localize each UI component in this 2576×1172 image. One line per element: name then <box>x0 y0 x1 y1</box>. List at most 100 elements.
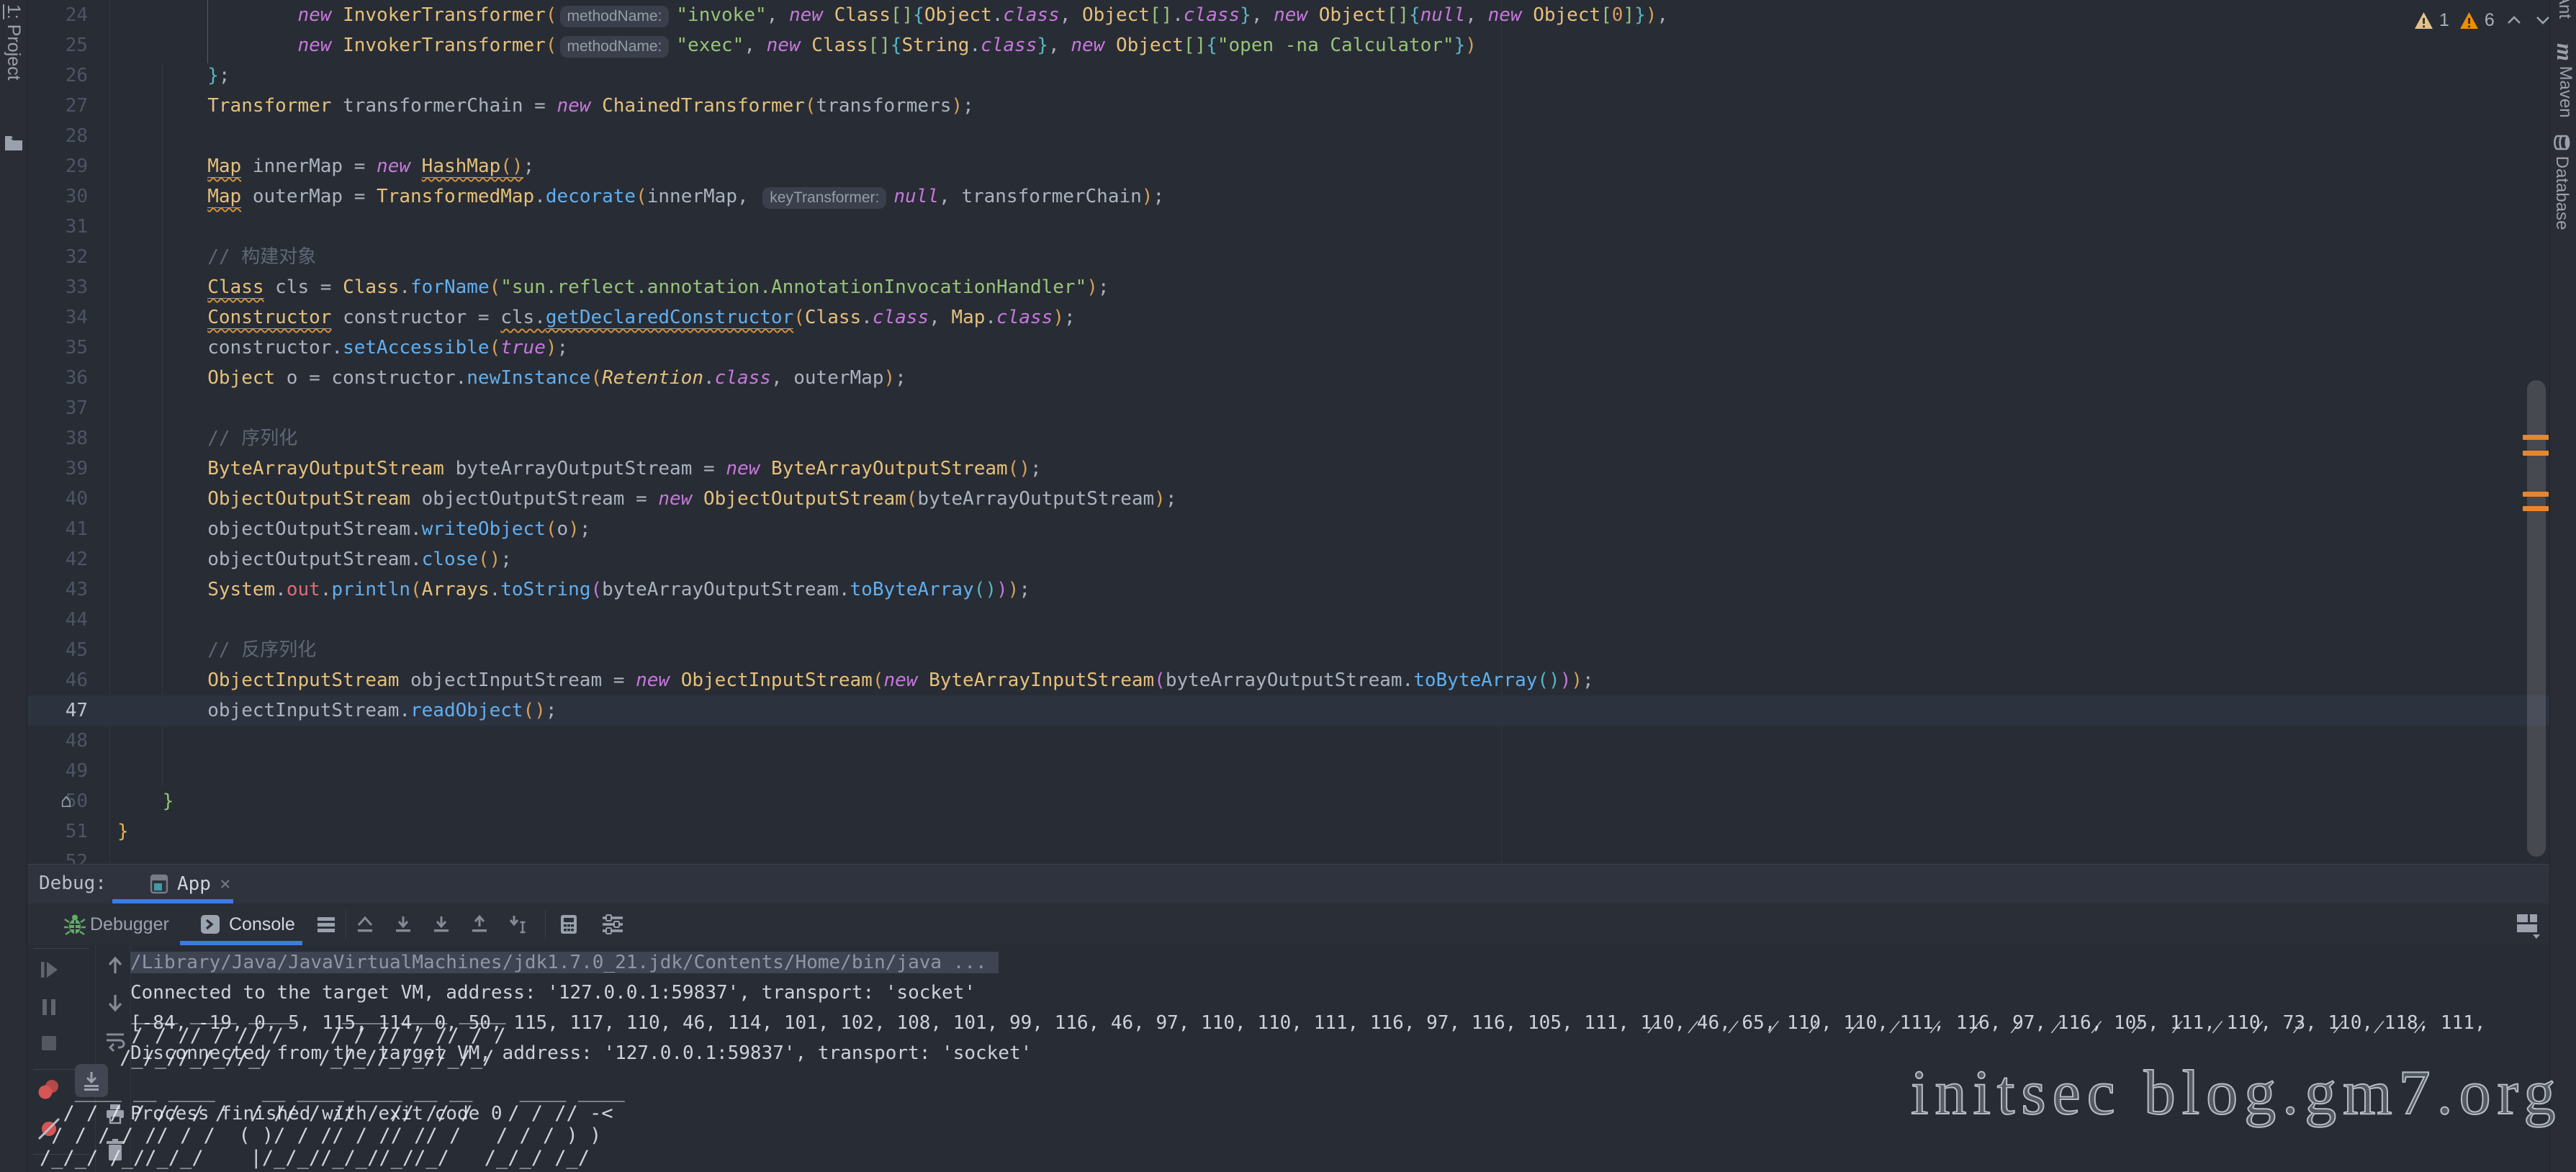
line-number[interactable]: 26 <box>27 60 88 91</box>
code-line[interactable]: 45 // 反序列化 <box>27 635 2549 665</box>
console-line: /Library/Java/JavaVirtualMachines/jdk1.7… <box>130 947 2549 978</box>
code-line[interactable]: 33 Class cls = Class.forName("sun.reflec… <box>27 272 2549 302</box>
line-number[interactable]: 42 <box>27 544 88 574</box>
line-number[interactable]: 45 <box>27 635 88 665</box>
weak-warning-count: 1 <box>2439 10 2449 31</box>
code-editor[interactable]: 24 new InvokerTransformer(methodName:"in… <box>27 0 2549 864</box>
options-menu-icon[interactable] <box>315 913 338 936</box>
line-number[interactable]: 27 <box>27 91 88 121</box>
code-line[interactable]: 48 <box>27 726 2549 756</box>
line-number[interactable]: 52 <box>27 847 88 864</box>
line-number[interactable]: 43 <box>27 574 88 605</box>
force-step-into-icon[interactable] <box>429 912 454 937</box>
code-line[interactable]: 49 <box>27 756 2549 786</box>
layout-settings-icon[interactable] <box>2516 911 2541 940</box>
warning-stripe-mark[interactable] <box>2523 435 2549 440</box>
code-line[interactable]: 37 <box>27 393 2549 423</box>
code-line[interactable]: 30 Map outerMap = TransformedMap.decorat… <box>27 181 2549 212</box>
up-the-stack-trace-icon[interactable] <box>104 954 127 977</box>
code-line[interactable]: 26 }; <box>27 60 2549 91</box>
code-line[interactable]: 38 // 序列化 <box>27 423 2549 454</box>
line-number[interactable]: 39 <box>27 454 88 484</box>
line-number[interactable]: 47 <box>27 695 88 726</box>
line-number[interactable]: 28 <box>27 121 88 151</box>
code-line[interactable]: 34 Constructor constructor = cls.getDecl… <box>27 302 2549 333</box>
code-line[interactable]: 32 // 构建对象 <box>27 242 2549 272</box>
warning-stripe-mark[interactable] <box>2523 451 2549 456</box>
line-number[interactable]: 40 <box>27 484 88 514</box>
next-problem-chevron-icon[interactable] <box>2534 13 2549 27</box>
code-line[interactable]: 25 new InvokerTransformer(methodName:"ex… <box>27 30 2549 60</box>
code-text: Map innerMap = new HashMap(); <box>117 151 534 181</box>
tab-console-label: Console <box>229 914 295 935</box>
step-out-icon[interactable] <box>467 912 492 937</box>
toolwindow-button-database[interactable]: Database <box>2552 134 2572 230</box>
code-line[interactable]: 28 <box>27 121 2549 151</box>
tab-app-session[interactable]: App × <box>140 865 241 903</box>
code-line[interactable]: 52 <box>27 847 2549 864</box>
code-line[interactable]: 47 objectInputStream.readObject(); <box>27 695 2549 726</box>
line-number[interactable]: 48 <box>27 726 88 756</box>
toolwindow-button-ant[interactable]: Ant <box>2554 0 2575 19</box>
watermark-ticks: //////////////////// <box>1646 1018 2459 1035</box>
line-number[interactable]: 24 <box>27 0 88 30</box>
code-line[interactable]: 44 <box>27 605 2549 635</box>
code-line[interactable]: 40 ObjectOutputStream objectOutputStream… <box>27 484 2549 514</box>
line-number[interactable]: 44 <box>27 605 88 635</box>
close-tab-icon[interactable]: × <box>220 873 231 895</box>
weak-warning-indicator[interactable]: 1 <box>2414 10 2449 31</box>
gutter-mark-icon[interactable]: ⌂ <box>60 786 72 816</box>
line-number[interactable]: 30 <box>27 181 88 212</box>
line-number[interactable]: 35 <box>27 333 88 363</box>
line-number[interactable]: 29 <box>27 151 88 181</box>
code-line[interactable]: 27 Transformer transformerChain = new Ch… <box>27 91 2549 121</box>
line-number[interactable]: 36 <box>27 363 88 393</box>
code-line[interactable]: 42 objectOutputStream.close(); <box>27 544 2549 574</box>
code-line[interactable]: 31 <box>27 212 2549 242</box>
code-line[interactable]: 36 Object o = constructor.newInstance(Re… <box>27 363 2549 393</box>
tab-console[interactable]: Console <box>200 903 295 945</box>
code-text: // 反序列化 <box>117 635 316 665</box>
step-over-icon[interactable] <box>353 912 377 937</box>
line-number[interactable]: 41 <box>27 514 88 544</box>
code-line[interactable]: 43 System.out.println(Arrays.toString(by… <box>27 574 2549 605</box>
warning-stripe-mark[interactable] <box>2523 506 2549 511</box>
right-tool-strip: Ant m Maven Database <box>2549 0 2576 1172</box>
evaluate-expression-icon[interactable] <box>557 913 580 936</box>
line-number[interactable]: 32 <box>27 242 88 272</box>
code-line[interactable]: 39 ByteArrayOutputStream byteArrayOutput… <box>27 454 2549 484</box>
line-number[interactable]: 49 <box>27 756 88 786</box>
tab-app-label: App <box>177 873 211 895</box>
sidebar-item-project[interactable]: 1: Project <box>3 4 24 81</box>
resume-program-icon[interactable] <box>37 958 60 981</box>
code-line[interactable]: 29 Map innerMap = new HashMap(); <box>27 151 2549 181</box>
line-number[interactable]: 31 <box>27 212 88 242</box>
line-number[interactable]: 25 <box>27 30 88 60</box>
code-line[interactable]: 50 }⌂ <box>27 786 2549 816</box>
stop-icon[interactable] <box>39 1033 59 1053</box>
code-line[interactable]: 41 objectOutputStream.writeObject(o); <box>27 514 2549 544</box>
step-into-icon[interactable] <box>391 912 415 937</box>
warning-indicator[interactable]: 6 <box>2459 10 2495 31</box>
line-number[interactable]: 46 <box>27 665 88 695</box>
warning-stripe-mark[interactable] <box>2523 492 2549 497</box>
code-text: new InvokerTransformer(methodName:"invok… <box>117 0 1668 32</box>
pause-program-icon[interactable] <box>37 996 60 1019</box>
line-number[interactable]: 37 <box>27 393 88 423</box>
toolwindow-button-maven[interactable]: m Maven <box>2552 43 2576 118</box>
line-number[interactable]: 34 <box>27 302 88 333</box>
code-line[interactable]: 51} <box>27 816 2549 847</box>
settings-sliders-icon[interactable] <box>600 913 625 936</box>
run-to-cursor-icon[interactable] <box>505 912 530 937</box>
code-text: objectOutputStream.close(); <box>117 544 512 574</box>
folder-icon[interactable] <box>4 135 23 151</box>
line-number[interactable]: 50 <box>27 786 88 816</box>
line-number[interactable]: 51 <box>27 816 88 847</box>
line-number[interactable]: 38 <box>27 423 88 454</box>
code-line[interactable]: 24 new InvokerTransformer(methodName:"in… <box>27 0 2549 30</box>
tab-debugger[interactable]: Debugger <box>90 903 169 945</box>
code-line[interactable]: 35 constructor.setAccessible(true); <box>27 333 2549 363</box>
prev-problem-chevron-icon[interactable] <box>2505 13 2523 27</box>
line-number[interactable]: 33 <box>27 272 88 302</box>
code-line[interactable]: 46 ObjectInputStream objectInputStream =… <box>27 665 2549 695</box>
